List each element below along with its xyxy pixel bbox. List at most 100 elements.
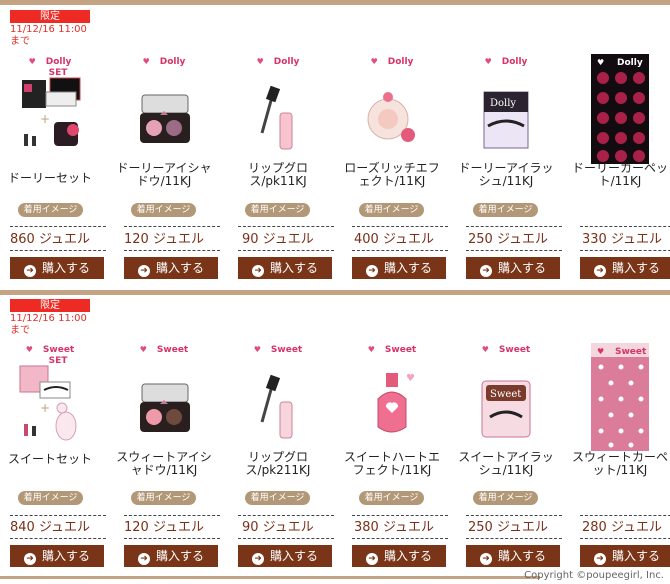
product-item: ♥ Dolly SET + ドーリーセット 着用イメージ 860 ジュエル ➜ 購入… [0,10,106,295]
product-image[interactable] [250,364,306,450]
price-label: 330 ジュエル [582,232,663,247]
brand-label: ♥ Dolly [370,57,414,67]
product-name[interactable]: スウィートカーペット/11KJ [570,451,670,477]
buy-button[interactable]: ➜ 購入する [124,545,218,567]
brand-label: Sweet [615,347,647,357]
tryon-button[interactable]: 着用イメージ [245,203,310,217]
brand-label: ♥ Dolly [484,57,528,67]
brand-label: ♥ Dolly [28,57,72,67]
product-name[interactable]: ドーリーアイシャドウ/11KJ [114,162,214,188]
price-divider [124,226,220,227]
brand-label: ♥ Dolly [142,57,186,67]
buy-button[interactable]: ➜ 購入する [352,257,446,279]
brand-label: ♥ Sweet [481,345,531,355]
price-label: 90 ジュエル [242,232,314,247]
product-name[interactable]: リップグロス/pk211KJ [228,451,328,477]
price-label: 380 ジュエル [354,520,435,535]
product-name[interactable]: ローズリッチエフェクト/11KJ [342,162,442,188]
price-divider [124,538,220,539]
price-divider [238,226,334,227]
tryon-button[interactable]: 着用イメージ [359,203,424,217]
product-image[interactable]: Sweet [478,365,534,451]
product-image[interactable]: ♥ Dolly [591,54,649,164]
price-divider [352,538,448,539]
price-divider [580,226,670,227]
product-name[interactable]: ドーリーセット [0,172,100,185]
brand-label: ♥ Sweet [367,345,417,355]
price-divider [124,515,220,516]
product-image[interactable] [136,367,192,453]
brand-label: ♥ Sweet [25,345,75,355]
price-divider [352,250,448,251]
price-label: 120 ジュエル [124,520,205,535]
limited-section-dolly: 限定 11/12/16 11:00 まで ♥ Dolly SET + ドーリーセッ… [0,10,670,295]
price-divider [352,226,448,227]
heart-icon: ♥ [481,345,489,354]
heart-icon: ♥ [256,57,264,66]
buy-button[interactable]: ➜ 購入する [10,545,104,567]
product-name[interactable]: スイートセット [0,453,100,466]
product-name[interactable]: ドーリーアイラッシュ/11KJ [456,162,556,188]
arrow-right-icon: ➜ [479,553,492,565]
arrow-right-icon: ➜ [365,265,378,277]
heart-icon: ♥ [28,57,36,66]
product-item: ♥ Sweet スウィートカーペット/11KJ 280 ジュエル ➜ 購入する [570,299,670,584]
price-label: 840 ジュエル [10,520,91,535]
product-image[interactable]: ♥ [364,361,420,447]
product-item: ♥ Sweet リップグロス/pk211KJ 着用イメージ 90 ジュエル ➜ 購入… [228,299,334,584]
price-divider [10,226,106,227]
buy-button[interactable]: ➜ 購入する [580,545,670,567]
buy-button[interactable]: ➜ 購入する [10,257,104,279]
arrow-right-icon: ➜ [23,553,36,565]
buy-button[interactable]: ➜ 購入する [238,545,332,567]
heart-icon: ♥ [484,57,492,66]
tryon-button[interactable]: 着用イメージ [18,491,83,505]
product-image[interactable] [250,75,306,161]
arrow-right-icon: ➜ [23,265,36,277]
brand-label: ♥ Sweet [253,345,303,355]
product-image[interactable] [136,78,192,164]
product-name[interactable]: ドーリーカーペット/11KJ [570,162,670,188]
product-name[interactable]: スウィートアイシャドウ/11KJ [114,451,214,477]
product-item: ♥ Dolly リップグロス/pk11KJ 着用イメージ 90 ジュエル ➜ 購入す… [228,10,334,295]
buy-button[interactable]: ➜ 購入する [238,257,332,279]
price-label: 120 ジュエル [124,232,205,247]
price-divider [466,515,562,516]
tryon-button[interactable]: 着用イメージ [131,203,196,217]
price-divider [124,250,220,251]
product-name[interactable]: リップグロス/pk11KJ [228,162,328,188]
product-image[interactable]: + [10,70,90,160]
heart-icon: ♥ [139,345,147,354]
price-divider [580,250,670,251]
product-name[interactable]: スイートハートエフェクト/11KJ [342,451,442,477]
tryon-button[interactable]: 着用イメージ [473,203,538,217]
price-divider [466,538,562,539]
product-image[interactable]: ♥ Sweet [591,343,649,451]
buy-button[interactable]: ➜ 購入する [466,257,560,279]
product-item: ♥ Sweet スウィートアイシャドウ/11KJ 着用イメージ 120 ジュエル … [114,299,220,584]
product-image[interactable]: Dolly [478,76,534,162]
product-image[interactable] [364,75,420,161]
tryon-button[interactable]: 着用イメージ [131,491,196,505]
section-divider [0,290,670,295]
tryon-button[interactable]: 着用イメージ [473,491,538,505]
product-name[interactable]: スイートアイラッシュ/11KJ [456,451,556,477]
buy-button[interactable]: ➜ 購入する [580,257,670,279]
arrow-right-icon: ➜ [251,553,264,565]
heart-icon: ♥ [25,345,33,354]
tryon-button[interactable]: 着用イメージ [359,491,424,505]
tryon-button[interactable]: 着用イメージ [18,203,83,217]
product-image[interactable]: + [10,360,90,450]
svg-text:Sweet: Sweet [490,389,521,400]
product-item: ♥ Dolly ドーリーアイシャドウ/11KJ 着用イメージ 120 ジュエル ➜… [114,10,220,295]
tryon-button[interactable]: 着用イメージ [245,491,310,505]
buy-button[interactable]: ➜ 購入する [466,545,560,567]
heart-icon: ♥ [142,57,150,66]
product-item: ♥ Dolly Dolly ドーリーアイラッシュ/11KJ 着用イメージ 250 … [456,10,562,295]
price-label: 400 ジュエル [354,232,435,247]
buy-button[interactable]: ➜ 購入する [352,545,446,567]
top-divider [0,0,670,5]
brand-label: ♥ Dolly [256,57,300,67]
buy-button[interactable]: ➜ 購入する [124,257,218,279]
heart-icon: ♥ [597,58,604,67]
